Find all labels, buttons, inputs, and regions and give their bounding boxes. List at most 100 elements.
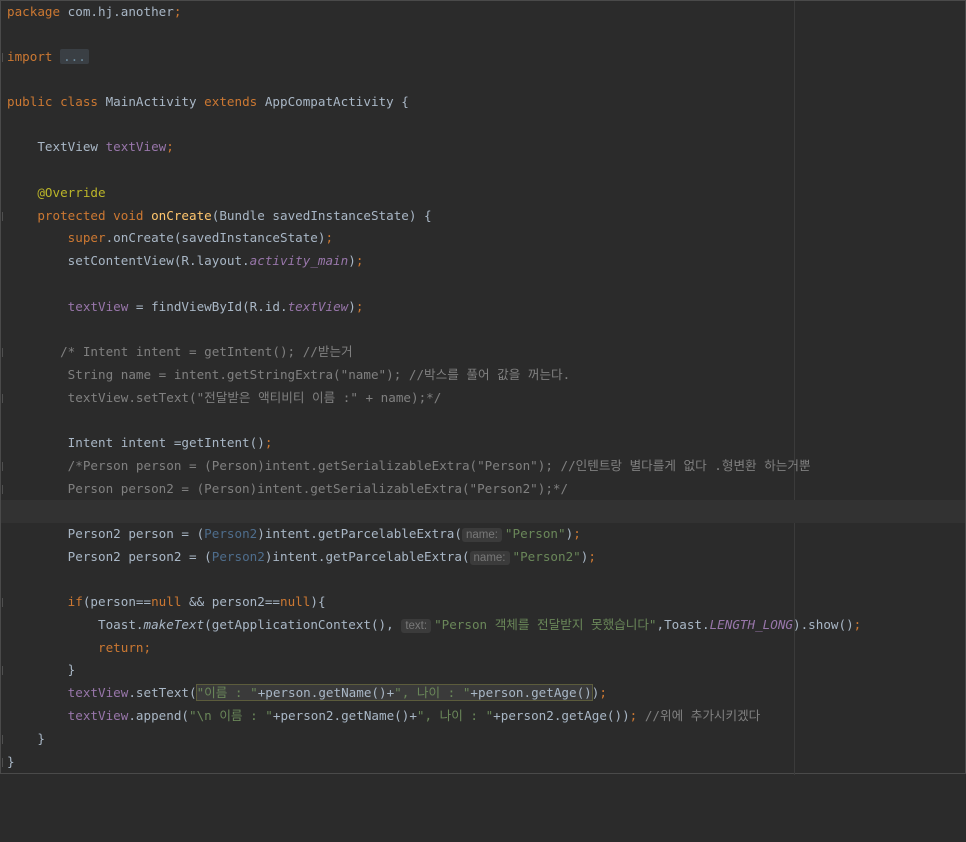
class-name: MainActivity — [98, 94, 205, 109]
code-line-comment[interactable]: String name = intent.getStringExtra("nam… — [1, 364, 965, 387]
brace: } — [37, 731, 45, 746]
code-line-brace[interactable]: } — [1, 659, 965, 682]
expr: +person2.getAge()) — [493, 708, 630, 723]
semicolon: ; — [599, 685, 607, 700]
condition: && person2== — [181, 594, 281, 609]
method-params: (Bundle savedInstanceState) { — [211, 208, 432, 223]
code-line-comment[interactable]: Person person2 = (Person)intent.getSeria… — [1, 478, 965, 501]
code-line-setcontentview[interactable]: setContentView(R.layout.activity_main); — [1, 250, 965, 273]
fold-marker-icon[interactable] — [2, 598, 6, 607]
semicolon: ; — [143, 640, 152, 655]
code-line-import[interactable]: import ... — [1, 46, 965, 69]
comment: /* Intent intent = getIntent(); //받는거 — [60, 344, 353, 359]
code-line-class[interactable]: public class MainActivity extends AppCom… — [1, 91, 965, 114]
keyword: return — [98, 640, 144, 655]
code-line-intent[interactable]: Intent intent =getIntent(); — [1, 432, 965, 455]
code-line-comment[interactable]: textView.setText("전달받은 액티비티 이름 :" + name… — [1, 387, 965, 410]
code-line-settext[interactable]: textView.setText("이름 : "+person.getName(… — [1, 682, 965, 705]
keyword: null — [280, 594, 311, 609]
code-line-person2[interactable]: Person2 person2 = (Person2)intent.getPar… — [1, 546, 965, 569]
code-line-brace[interactable]: } — [1, 728, 965, 751]
fold-marker-icon[interactable] — [2, 758, 6, 767]
class-ref: Toast. — [98, 617, 144, 632]
code-line-if[interactable]: if(person==null && person2==null){ — [1, 591, 965, 614]
field-name: textView — [105, 139, 167, 154]
method-name: onCreate — [151, 208, 212, 223]
annotation: @Override — [37, 185, 106, 200]
fold-marker-icon[interactable] — [2, 348, 6, 357]
import-fold-placeholder[interactable]: ... — [60, 49, 89, 64]
code-line-comment[interactable]: /* Intent intent = getIntent(); //받는거 — [1, 341, 965, 364]
call: .setText( — [128, 685, 197, 700]
field-ref: textView — [67, 685, 129, 700]
call: .onCreate(savedInstanceState) — [105, 230, 326, 245]
condition: ){ — [310, 594, 326, 609]
keyword: import — [7, 49, 53, 64]
fold-marker-icon[interactable] — [2, 735, 6, 744]
code-line-field[interactable]: TextView textView; — [1, 136, 965, 159]
statement: Person2 person = ( — [67, 526, 205, 541]
static-method: makeText — [143, 617, 205, 632]
field-ref: textView — [67, 708, 129, 723]
string-literal: "Person 객체를 전달받지 못했습니다" — [434, 617, 657, 632]
param-hint: name: — [461, 528, 502, 542]
code-line-method[interactable]: protected void onCreate(Bundle savedInst… — [1, 205, 965, 228]
keyword: protected void — [37, 208, 152, 223]
fold-marker-icon[interactable] — [2, 462, 6, 471]
semicolon: ; — [355, 253, 364, 268]
string-literal: "Person" — [504, 526, 566, 541]
call: )intent.getParcelableExtra( — [264, 549, 470, 564]
fold-marker-icon[interactable] — [2, 485, 6, 494]
code-line-findview[interactable]: textView = findViewById(R.id.textView); — [1, 296, 965, 319]
code-line-comment[interactable]: /*Person person = (Person)intent.getSeri… — [1, 455, 965, 478]
redundant-cast: Person2 — [204, 526, 258, 541]
code-line-return[interactable]: return; — [1, 637, 965, 660]
keyword: if — [67, 594, 83, 609]
call: .append( — [128, 708, 190, 723]
package-name: com.hj.another — [60, 4, 174, 19]
fold-marker-icon[interactable] — [2, 53, 6, 62]
fold-marker-icon[interactable] — [2, 666, 6, 675]
keyword: super — [67, 230, 106, 245]
fold-marker-icon[interactable] — [2, 394, 6, 403]
string-literal: "Person2" — [512, 549, 581, 564]
string-literal: "\n 이름 : " — [189, 708, 273, 723]
redundant-cast: Person2 — [211, 549, 265, 564]
code-line-brace[interactable]: } — [1, 751, 965, 774]
super-class: AppCompatActivity { — [257, 94, 409, 109]
call: ).show() — [793, 617, 854, 632]
string-literal: ", 나이 : " — [394, 685, 471, 700]
keyword: public class — [7, 94, 98, 109]
class-ref: ,Toast. — [656, 617, 710, 632]
semicolon: ; — [588, 549, 596, 564]
field-ref: textView — [67, 299, 129, 314]
code-line-annotation[interactable]: @Override — [1, 182, 965, 205]
selected-text[interactable]: "이름 : "+person.getName()+", 나이 : "+perso… — [195, 684, 593, 701]
view-id: textView — [287, 299, 349, 314]
comment: Person person2 = (Person)intent.getSeria… — [67, 481, 569, 496]
code-line-person[interactable]: Person2 person = (Person2)intent.getParc… — [1, 523, 965, 546]
semicolon: ; — [264, 435, 273, 450]
code-editor[interactable]: package com.hj.another; import ... publi… — [0, 0, 966, 775]
comment: textView.setText("전달받은 액티비티 이름 :" + name… — [67, 390, 442, 405]
type: TextView — [37, 139, 106, 154]
semicolon: ; — [325, 230, 334, 245]
semicolon: ; — [573, 526, 581, 541]
condition: (person== — [82, 594, 152, 609]
semicolon: ; — [853, 617, 862, 632]
code-line-package[interactable]: package com.hj.another; — [1, 1, 965, 24]
call: (getApplicationContext(), — [204, 617, 394, 632]
layout-name: activity_main — [249, 253, 349, 268]
code-line-super[interactable]: super.onCreate(savedInstanceState); — [1, 227, 965, 250]
string-literal: ", 나이 : " — [416, 708, 494, 723]
fold-marker-icon[interactable] — [2, 212, 6, 221]
comment: /*Person person = (Person)intent.getSeri… — [67, 458, 811, 473]
expr: +person.getName()+ — [257, 685, 395, 700]
semicolon: ; — [166, 139, 174, 154]
code-line-current[interactable] — [1, 500, 965, 523]
param-hint: text: — [401, 619, 432, 633]
code-line-toast[interactable]: Toast.makeText(getApplicationContext(), … — [1, 614, 965, 637]
expr: +person2.getName()+ — [272, 708, 417, 723]
code-line-append[interactable]: textView.append("\n 이름 : "+person2.getNa… — [1, 705, 965, 728]
call: setContentView(R.layout. — [67, 253, 250, 268]
